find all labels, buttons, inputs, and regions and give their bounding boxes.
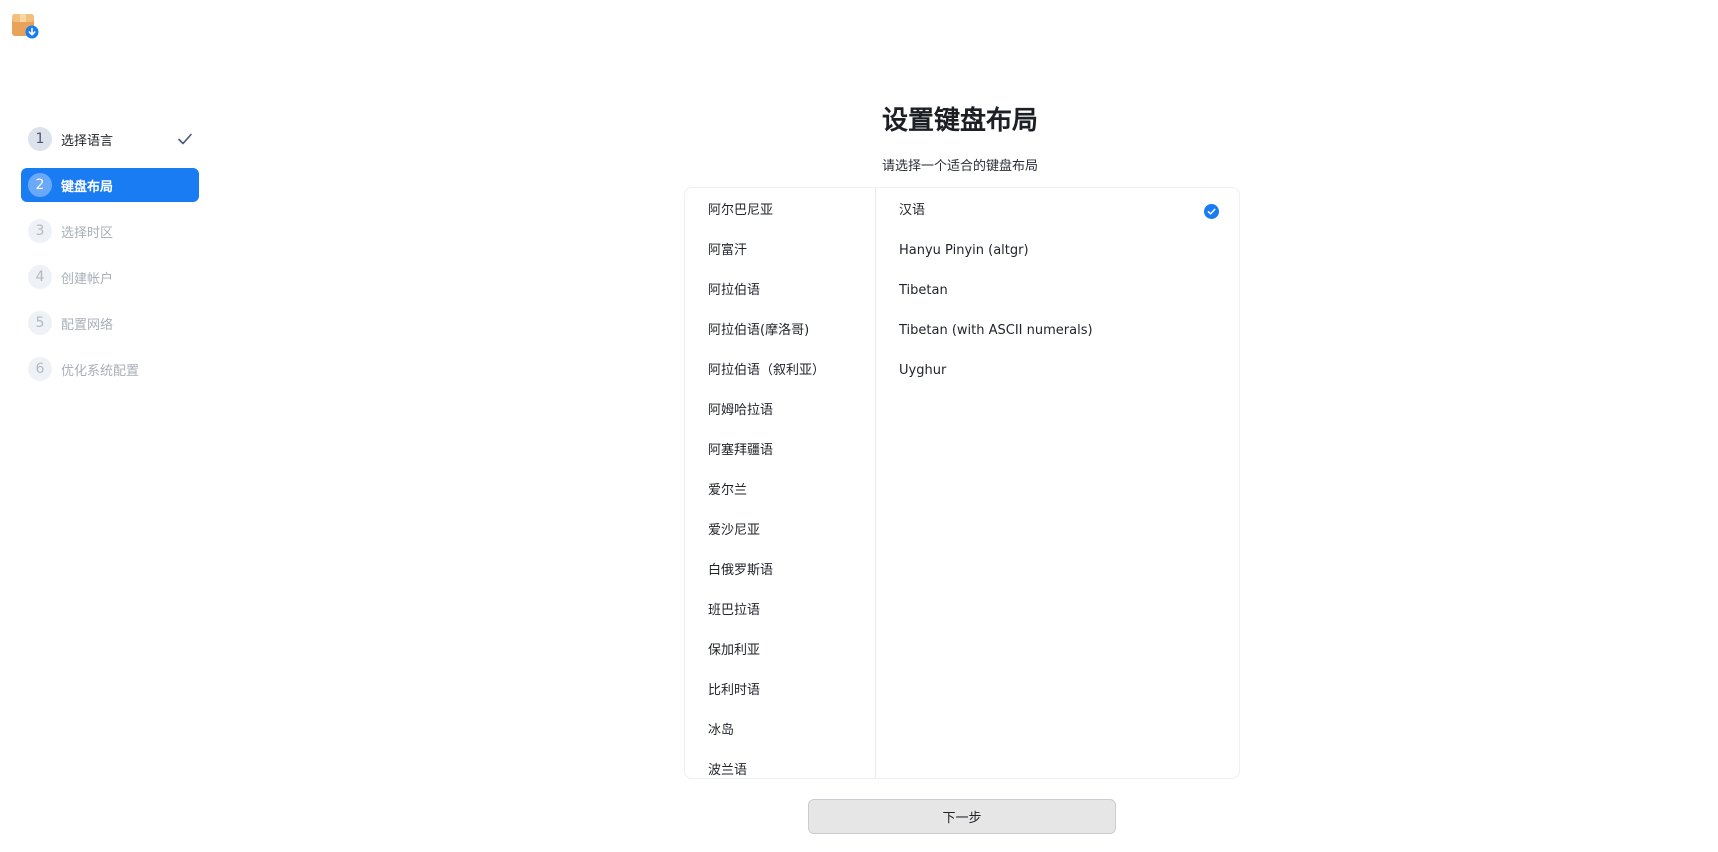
next-button[interactable]: 下一步 bbox=[808, 799, 1116, 834]
step-label: 配置网络 bbox=[61, 317, 114, 333]
language-item[interactable]: 冰岛 bbox=[685, 711, 875, 751]
layout-item[interactable]: Uyghur bbox=[876, 351, 1239, 391]
step-select-language[interactable]: 1 选择语言 bbox=[21, 122, 199, 156]
step-create-account: 4 创建帐户 bbox=[21, 260, 199, 294]
step-keyboard-layout[interactable]: 2 键盘布局 bbox=[21, 168, 199, 202]
step-number: 5 bbox=[28, 311, 52, 335]
language-item[interactable]: 阿塞拜疆语 bbox=[685, 431, 875, 471]
language-item[interactable]: 保加利亚 bbox=[685, 631, 875, 671]
step-number: 2 bbox=[28, 173, 52, 197]
language-item[interactable]: 白俄罗斯语 bbox=[685, 551, 875, 591]
language-item[interactable]: 班巴拉语 bbox=[685, 591, 875, 631]
language-item[interactable]: 阿富汗 bbox=[685, 231, 875, 271]
layout-label: Uyghur bbox=[899, 363, 947, 378]
layout-label: Hanyu Pinyin (altgr) bbox=[899, 243, 1029, 258]
layout-item[interactable]: Tibetan bbox=[876, 271, 1239, 311]
app-icon bbox=[11, 11, 39, 39]
language-list[interactable]: 阿尔巴尼亚 阿富汗 阿拉伯语 阿拉伯语(摩洛哥) 阿拉伯语（叙利亚） 阿姆哈拉语… bbox=[685, 188, 876, 778]
step-label: 创建帐户 bbox=[61, 271, 114, 287]
language-item[interactable]: 爱沙尼亚 bbox=[685, 511, 875, 551]
step-select-timezone: 3 选择时区 bbox=[21, 214, 199, 248]
layout-item[interactable]: Hanyu Pinyin (altgr) bbox=[876, 231, 1239, 271]
steps-sidebar: 1 选择语言 2 键盘布局 3 选择时区 4 创建帐户 5 配置网络 6 优化系… bbox=[21, 122, 199, 398]
layout-label: Tibetan (with ASCII numerals) bbox=[899, 323, 1093, 338]
language-item[interactable]: 波兰语 bbox=[685, 751, 875, 778]
page-title: 设置键盘布局 bbox=[881, 106, 1038, 136]
layout-item[interactable]: Tibetan (with ASCII numerals) bbox=[876, 311, 1239, 351]
language-item[interactable]: 比利时语 bbox=[685, 671, 875, 711]
language-item[interactable]: 阿姆哈拉语 bbox=[685, 391, 875, 431]
checkmark-icon bbox=[178, 133, 192, 145]
layout-item-selected[interactable]: 汉语 bbox=[876, 191, 1239, 231]
language-item[interactable]: 阿拉伯语 bbox=[685, 271, 875, 311]
step-optimize-system: 6 优化系统配置 bbox=[21, 352, 199, 386]
language-item[interactable]: 阿拉伯语（叙利亚） bbox=[685, 351, 875, 391]
language-item[interactable]: 爱尔兰 bbox=[685, 471, 875, 511]
language-item[interactable]: 阿拉伯语(摩洛哥) bbox=[685, 311, 875, 351]
layout-variant-list[interactable]: 汉语 Hanyu Pinyin (altgr) Tibetan Tibetan … bbox=[876, 188, 1239, 778]
layout-label: Tibetan bbox=[899, 283, 948, 298]
step-number: 6 bbox=[28, 357, 52, 381]
step-number: 1 bbox=[28, 127, 52, 151]
step-label: 选择语言 bbox=[61, 133, 114, 149]
step-label: 键盘布局 bbox=[61, 179, 114, 195]
language-item[interactable]: 阿尔巴尼亚 bbox=[685, 191, 875, 231]
step-label: 优化系统配置 bbox=[61, 363, 140, 379]
step-number: 4 bbox=[28, 265, 52, 289]
page-subtitle: 请选择一个适合的键盘布局 bbox=[881, 159, 1038, 174]
step-label: 选择时区 bbox=[61, 225, 114, 241]
step-number: 3 bbox=[28, 219, 52, 243]
layout-label: 汉语 bbox=[899, 203, 926, 218]
selected-check-icon bbox=[1204, 204, 1219, 219]
keyboard-layout-panel: 阿尔巴尼亚 阿富汗 阿拉伯语 阿拉伯语(摩洛哥) 阿拉伯语（叙利亚） 阿姆哈拉语… bbox=[684, 187, 1240, 779]
step-configure-network: 5 配置网络 bbox=[21, 306, 199, 340]
